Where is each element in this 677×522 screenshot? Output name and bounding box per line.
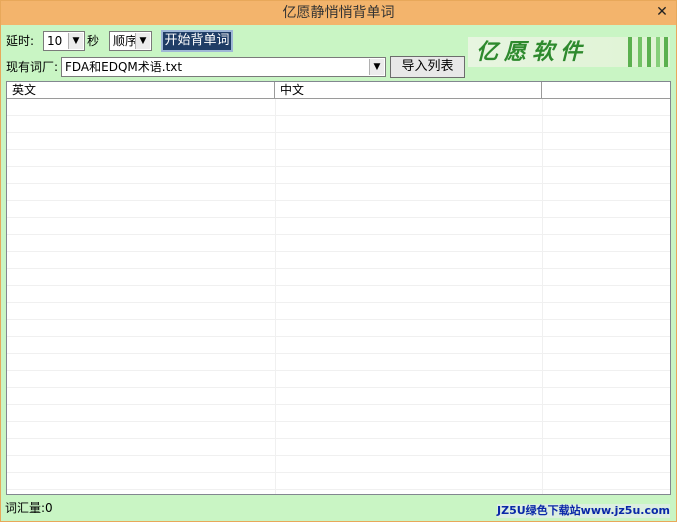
order-select[interactable]: 顺序 ▼: [109, 31, 152, 51]
wordlist-select[interactable]: FDA和EDQM术语.txt ▼: [61, 57, 386, 77]
list-header: 英文 中文: [7, 82, 670, 99]
chevron-down-icon[interactable]: ▼: [135, 33, 150, 49]
column-header-english[interactable]: 英文: [7, 82, 275, 99]
chevron-down-icon[interactable]: ▼: [369, 59, 384, 75]
bamboo-stalk: [656, 37, 660, 67]
chevron-down-icon[interactable]: ▼: [68, 33, 83, 49]
wordlist-value: FDA和EDQM术语.txt: [65, 60, 183, 74]
bamboo-stalk: [628, 37, 632, 67]
import-list-button[interactable]: 导入列表: [390, 56, 465, 78]
list-rows: [7, 99, 670, 494]
wordlist-label: 现有词厂:: [6, 60, 59, 74]
start-button[interactable]: 开始背单词: [161, 30, 233, 52]
brand-logo: 亿愿软件: [468, 37, 670, 67]
bamboo-stalk: [664, 37, 668, 67]
column-divider: [542, 99, 543, 494]
close-icon[interactable]: ✕: [654, 4, 670, 20]
title-bar: 亿愿静悄悄背单词 ✕: [1, 1, 676, 25]
site-watermark: JZ5U绿色下载站www.jz5u.com: [497, 504, 670, 518]
window-title: 亿愿静悄悄背单词: [282, 5, 395, 21]
order-value: 顺序: [113, 34, 138, 48]
bamboo-stalk: [638, 37, 642, 67]
column-header-chinese[interactable]: 中文: [275, 82, 542, 99]
delay-unit-label: 秒: [87, 34, 100, 48]
logo-text: 亿愿软件: [476, 39, 589, 65]
word-count-status: 词汇量:0: [5, 501, 53, 515]
delay-value: 10: [47, 34, 63, 48]
column-header-extra[interactable]: [542, 82, 670, 99]
delay-select[interactable]: 10 ▼: [43, 31, 85, 51]
word-list[interactable]: 英文 中文: [6, 81, 671, 495]
column-divider: [275, 99, 276, 494]
bamboo-stalk: [647, 37, 651, 67]
delay-label: 延时:: [6, 34, 35, 48]
app-window: 亿愿静悄悄背单词 ✕ 延时: 10 ▼ 秒 顺序 ▼ 开始背单词 现有词厂: F…: [0, 0, 677, 522]
